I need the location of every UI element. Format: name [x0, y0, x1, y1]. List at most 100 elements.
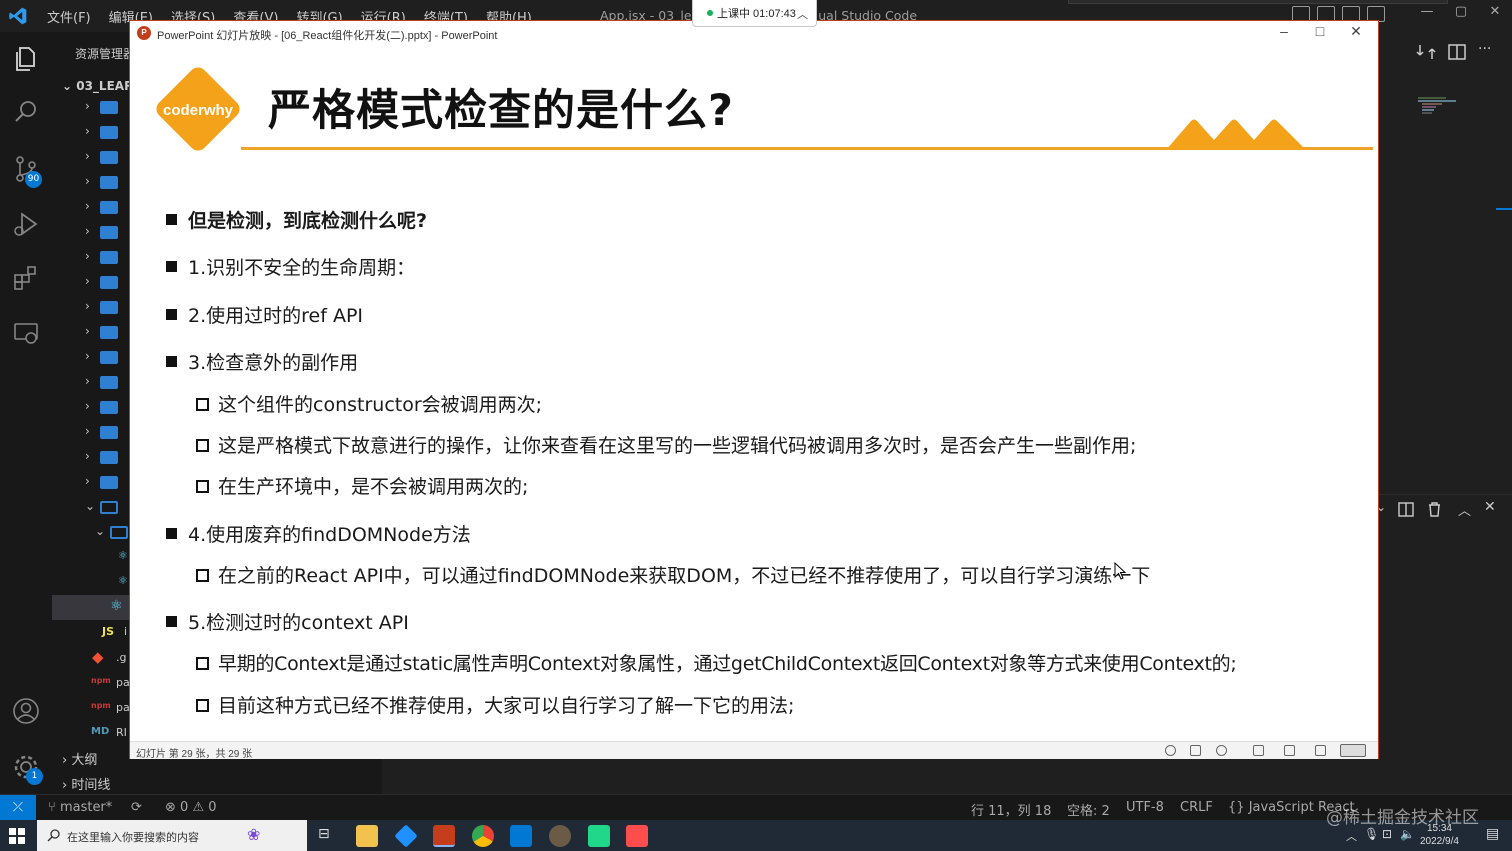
- task-view-icon[interactable]: ⊟: [318, 826, 330, 842]
- minimap[interactable]: [1416, 96, 1461, 126]
- bullet-level1: 2.使用过时的ref API: [166, 301, 363, 328]
- chevron-down-icon: ⌄: [95, 524, 106, 538]
- minimize-icon[interactable]: —: [1410, 4, 1444, 19]
- line-ending[interactable]: CRLF: [1180, 800, 1213, 815]
- mouse-cursor-icon: [1114, 562, 1126, 580]
- app-blue-icon[interactable]: [394, 824, 418, 848]
- scm-badge: 90: [25, 171, 42, 188]
- sync-icon[interactable]: ⟳: [131, 800, 142, 815]
- editor-area: ···: [1378, 32, 1512, 794]
- react-file-icon: ⚛: [118, 549, 128, 562]
- npm-file-icon: npm: [91, 701, 111, 710]
- compare-icon[interactable]: [1416, 42, 1436, 62]
- split-editor-icon[interactable]: [1448, 44, 1466, 60]
- file-explorer-icon[interactable]: [356, 825, 378, 847]
- command-center[interactable]: [1068, 0, 1448, 4]
- user-app-icon[interactable]: [549, 825, 571, 847]
- slide[interactable]: coderwhy 严格模式检查的是什么? 但是检测，到底检测什么呢? 1.识别不…: [136, 46, 1373, 741]
- outline-section[interactable]: › 大纲: [62, 749, 97, 768]
- extensions-icon[interactable]: [11, 263, 41, 293]
- folder-icon: [100, 426, 118, 439]
- file-name: pa: [116, 701, 130, 714]
- folder-icon: [100, 301, 118, 314]
- windows-start-icon[interactable]: [9, 828, 25, 844]
- bullet-level1: 5.检测过时的context API: [166, 608, 409, 635]
- folder-icon: [100, 126, 118, 139]
- maximize-icon[interactable]: □: [1302, 23, 1338, 40]
- branch-icon: ⑂: [48, 800, 60, 815]
- reading-view-icon[interactable]: [1315, 745, 1326, 756]
- slideshow-view-icon[interactable]: [1340, 744, 1366, 757]
- explorer-icon[interactable]: [11, 44, 41, 74]
- recording-indicator[interactable]: 上课中 01:07:43 ︿: [692, 0, 817, 27]
- mountains-decoration-icon: [1166, 119, 1306, 150]
- chevron-right-icon: ›: [85, 224, 90, 238]
- powerpoint-taskbar-icon[interactable]: [433, 825, 455, 847]
- split-panel-icon[interactable]: [1398, 502, 1414, 517]
- chevron-right-icon: ›: [85, 124, 90, 138]
- chevron-up-icon[interactable]: ︿: [797, 6, 808, 22]
- menu-file[interactable]: 文件(F): [47, 7, 91, 26]
- run-debug-icon[interactable]: [11, 209, 41, 239]
- timeline-section[interactable]: › 时间线: [62, 774, 110, 793]
- folder-icon: [100, 176, 118, 189]
- cursor-position[interactable]: 行 11，列 18: [971, 800, 1051, 819]
- chevron-down-icon: ⌄: [85, 499, 96, 513]
- close-icon[interactable]: ✕: [1338, 23, 1374, 40]
- window-controls: — ▢ ✕: [1410, 4, 1512, 19]
- remote-explorer-icon[interactable]: [11, 318, 41, 348]
- windows-taskbar: 在这里输入你要搜索的内容 ❀ ⊟ ︿ 🎙 ⊡ 🔈 ▤ 15:34 2022/9/4: [0, 820, 1512, 851]
- markdown-file-icon: MD: [91, 726, 110, 737]
- chevron-right-icon: ›: [85, 274, 90, 288]
- jetbrains-red-icon[interactable]: [626, 825, 648, 847]
- chevron-right-icon: ›: [85, 374, 90, 388]
- indentation[interactable]: 空格: 2: [1067, 800, 1110, 819]
- notification-icon[interactable]: ▤: [1486, 826, 1499, 842]
- panel-actions: ⌄ ︿ ✕: [1376, 498, 1512, 522]
- chevron-right-icon: ›: [85, 349, 90, 363]
- network-icon[interactable]: ⊡: [1382, 827, 1392, 841]
- recording-dot-icon: [707, 10, 713, 16]
- play-icon[interactable]: [1216, 745, 1227, 756]
- remote-icon[interactable]: ⤫: [0, 795, 36, 821]
- notes-icon[interactable]: [1190, 745, 1201, 756]
- ppt-window-title: PowerPoint 幻灯片放映 - [06_React组件化开发(二).ppt…: [157, 30, 498, 42]
- folder-open-icon: [100, 501, 118, 514]
- bullet-level1: 但是检测，到底检测什么呢?: [166, 206, 427, 233]
- account-icon[interactable]: [11, 696, 41, 726]
- chevron-right-icon: ›: [85, 424, 90, 438]
- volume-icon[interactable]: 🔈: [1400, 827, 1415, 841]
- slide-sorter-icon[interactable]: [1284, 745, 1295, 756]
- bullet-level2: 在生产环境中，是不会被调用两次的;: [196, 472, 528, 499]
- chevron-right-icon: ›: [85, 399, 90, 413]
- hollow-square-bullet-icon: [196, 569, 209, 582]
- folder-open-icon: [110, 526, 128, 539]
- close-icon[interactable]: ✕: [1478, 4, 1512, 19]
- search-icon: [47, 829, 60, 842]
- bullet-level2: 这个组件的constructor会被调用两次;: [196, 390, 542, 417]
- maximize-icon[interactable]: ▢: [1444, 4, 1478, 19]
- vscode-taskbar-icon[interactable]: [510, 825, 532, 847]
- filled-square-bullet-icon: [166, 309, 177, 320]
- search-icon[interactable]: [11, 97, 41, 127]
- folder-icon: [100, 451, 118, 464]
- jetbrains-green-icon[interactable]: [588, 825, 610, 847]
- git-branch[interactable]: ⑂ master*: [48, 800, 112, 815]
- chrome-icon[interactable]: [472, 825, 494, 847]
- encoding[interactable]: UTF-8: [1126, 800, 1164, 815]
- minimize-icon[interactable]: –: [1266, 23, 1302, 40]
- trash-icon[interactable]: [1427, 501, 1442, 517]
- error-icon: ⊗: [165, 800, 181, 815]
- taskbar-search-box[interactable]: 在这里输入你要搜索的内容 ❀: [37, 820, 307, 851]
- accessibility-icon[interactable]: [1165, 745, 1176, 756]
- taskbar-search-placeholder: 在这里输入你要搜索的内容: [67, 832, 199, 844]
- maximize-panel-icon[interactable]: ︿: [1458, 500, 1471, 519]
- normal-view-icon[interactable]: [1253, 745, 1264, 756]
- microphone-icon[interactable]: 🎙: [1364, 827, 1379, 841]
- close-panel-icon[interactable]: ✕: [1484, 499, 1496, 515]
- tray-chevron-icon[interactable]: ︿: [1346, 828, 1357, 844]
- recording-label: 上课中 01:07:43: [717, 8, 796, 20]
- more-actions-icon[interactable]: ···: [1478, 41, 1491, 57]
- problems-indicator[interactable]: ⊗ 0 ⚠ 0: [165, 800, 217, 815]
- bullet-level2: 目前这种方式已经不推荐使用，大家可以自行学习了解一下它的用法;: [196, 691, 794, 718]
